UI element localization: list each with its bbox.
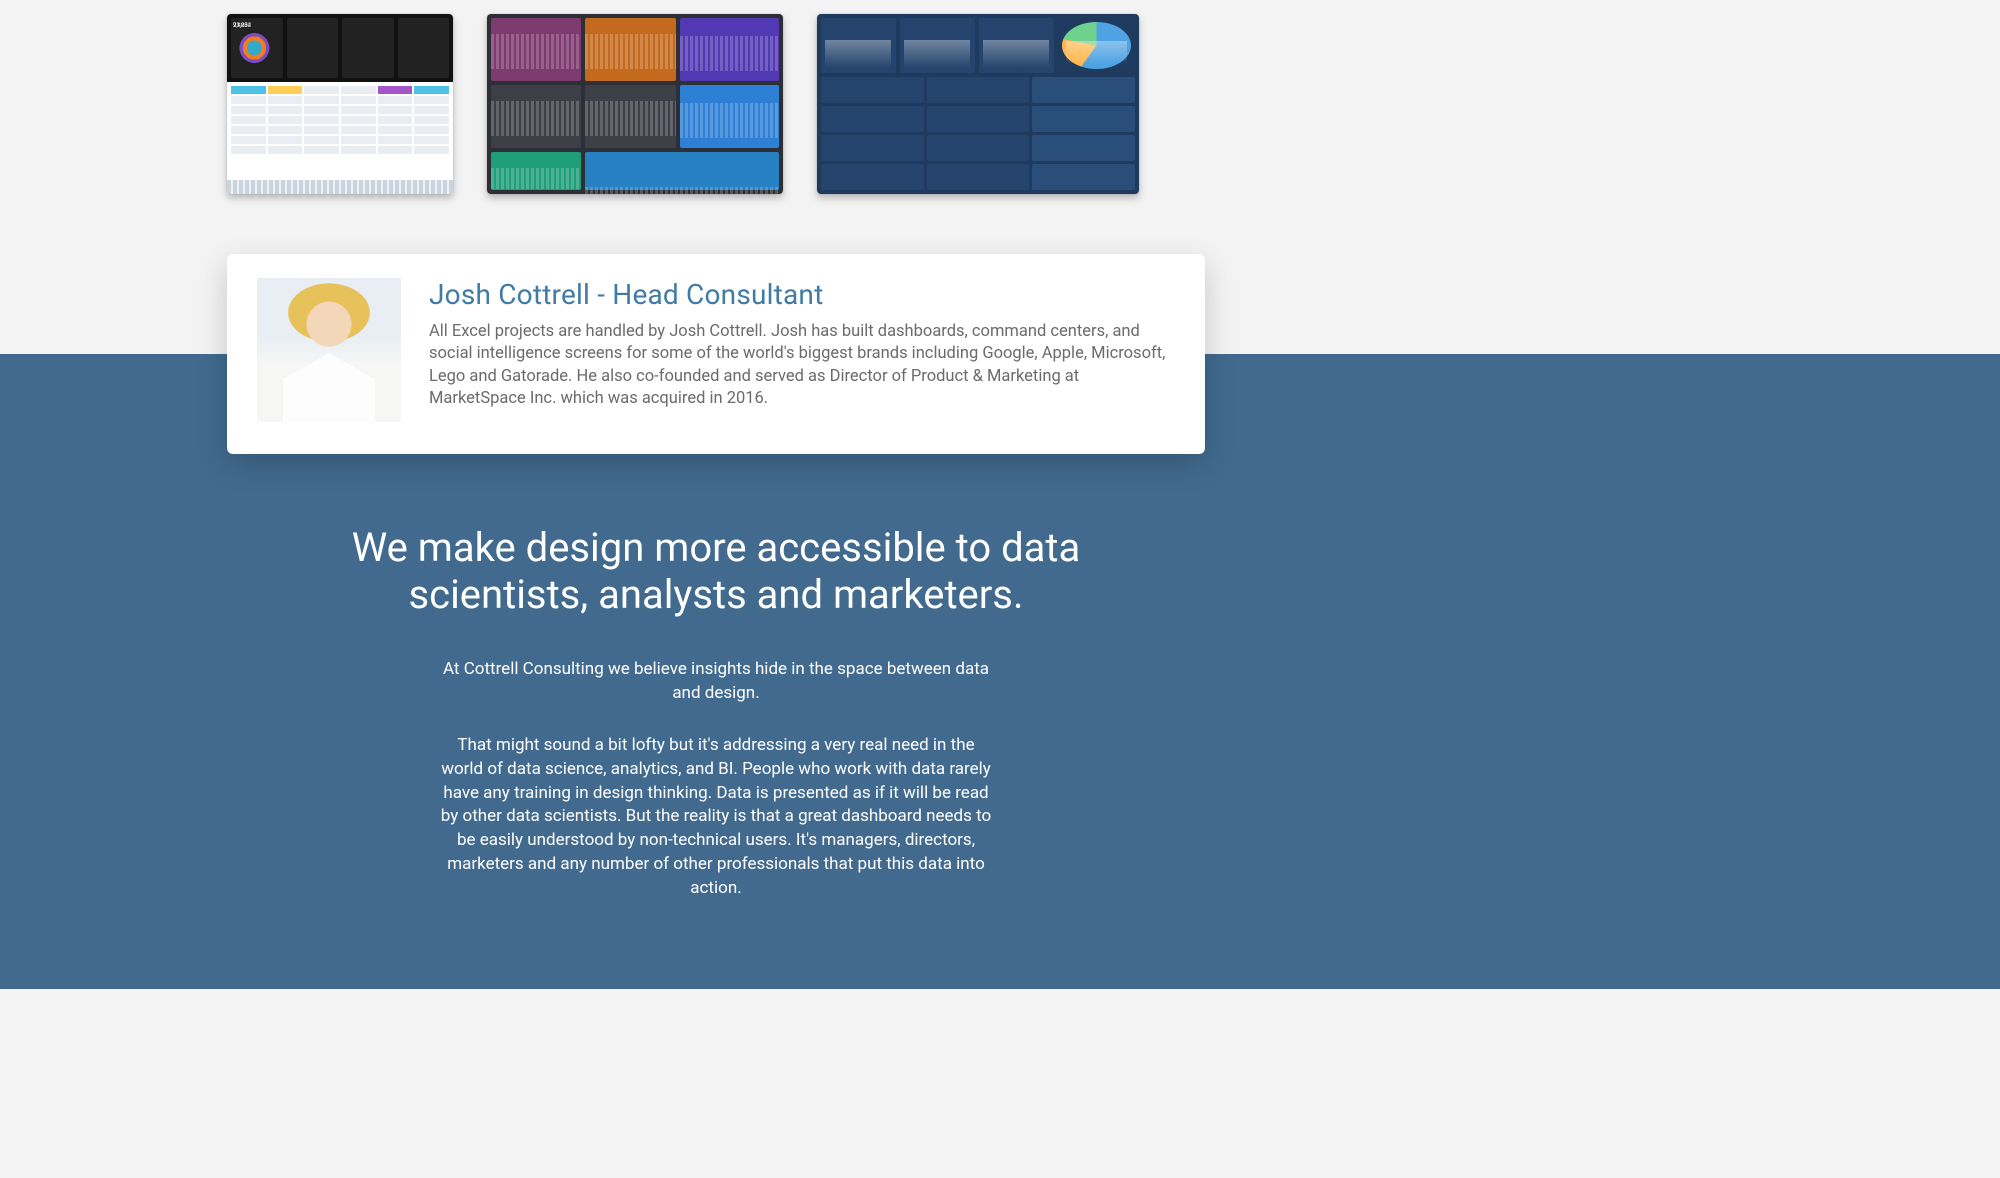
consultant-bio-card: Josh Cottrell - Head Consultant All Exce… <box>227 254 1205 454</box>
mission-para-2: That might sound a bit lofty but it's ad… <box>438 734 994 901</box>
dashboard-thumb-1[interactable]: 71,654 2,423 93,202 <box>227 14 453 194</box>
bio-body: All Excel projects are handled by Josh C… <box>429 321 1173 410</box>
dashboard-thumb-2[interactable] <box>487 14 783 194</box>
mission-section: We make design more accessible to data s… <box>0 454 2000 989</box>
bio-title: Josh Cottrell - Head Consultant <box>429 278 1173 311</box>
avatar <box>257 278 401 422</box>
mission-headline: We make design more accessible to data s… <box>277 524 1155 618</box>
mission-para-1: At Cottrell Consulting we believe insigh… <box>438 658 994 706</box>
dashboard-gallery: 71,654 2,423 93,202 <box>0 0 2000 254</box>
dashboard-thumb-3[interactable] <box>817 14 1139 194</box>
